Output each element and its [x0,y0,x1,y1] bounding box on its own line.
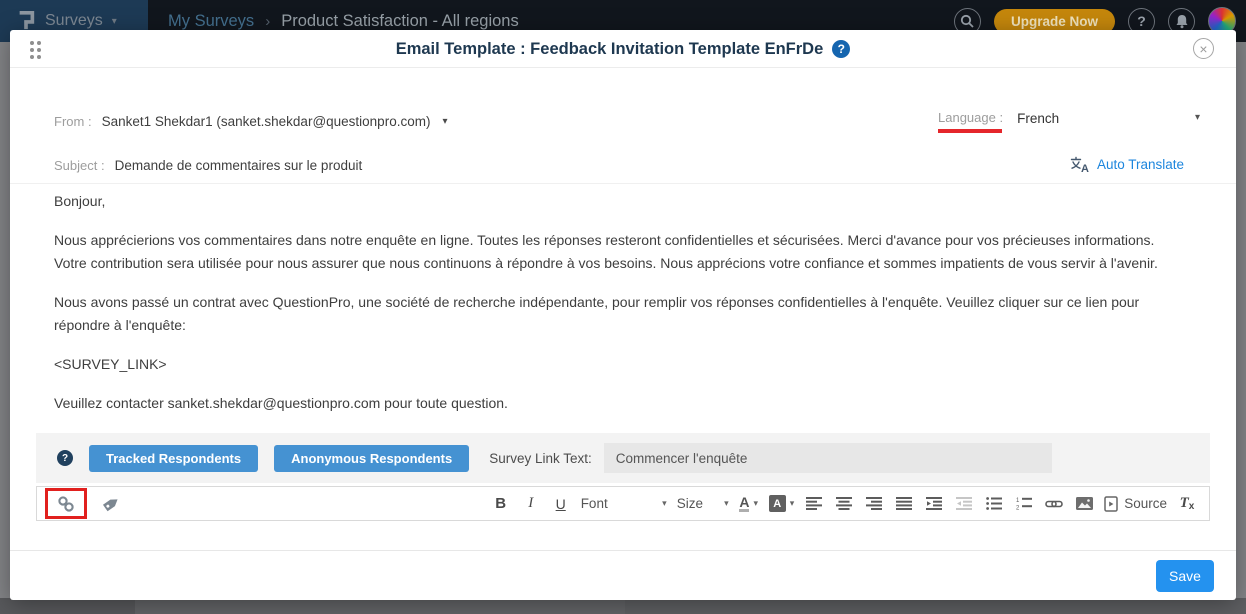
translate-icon: A [1070,156,1090,173]
from-label: From : [54,114,92,129]
app-menu-label: Surveys [45,12,103,30]
editor-toolbar: B I U Font ▾ Size ▾ A ▾ A ▾ [36,486,1210,521]
insert-survey-link-button[interactable] [55,491,77,517]
breadcrumb-current-survey: Product Satisfaction - All regions [281,12,519,31]
caret-down-icon: ▾ [442,116,447,127]
bulleted-list-icon [986,497,1002,510]
question-mark-icon: ? [1137,13,1146,29]
caret-down-icon: ▾ [724,498,729,509]
dialog-help-icon[interactable]: ? [832,40,850,58]
align-center-icon [836,497,852,510]
numbered-list-icon: 1 2 [1016,497,1032,510]
svg-text:A: A [1081,163,1089,173]
insert-image-button[interactable] [1074,491,1094,517]
caret-down-icon: ▾ [1195,110,1200,123]
align-left-button[interactable] [804,491,824,517]
language-label: Language : [938,110,1003,125]
align-left-icon [806,497,822,510]
size-dropdown-label: Size [677,496,703,511]
font-dropdown-label: Font [581,496,608,511]
justify-icon [896,497,912,510]
insert-link-button[interactable] [1044,491,1064,517]
breadcrumb-my-surveys[interactable]: My Surveys [168,12,254,31]
questionpro-logo-icon [16,10,36,32]
bell-icon [1175,14,1189,29]
remove-format-button[interactable]: Tx [1177,491,1197,517]
close-icon: × [1199,42,1207,56]
survey-link-options-band: ? Tracked Respondents Anonymous Responde… [36,433,1210,483]
from-selector[interactable]: From : Sanket1 Shekdar1 (sanket.shekdar@… [54,114,447,129]
text-color-letter: A [739,495,749,513]
increase-indent-button[interactable] [924,491,944,517]
italic-button[interactable]: I [521,491,541,517]
subject-value: Demande de commentaires sur le produit [115,158,363,173]
survey-link-text-label: Survey Link Text: [489,451,592,466]
caret-down-icon: ▾ [662,498,667,509]
remove-format-x: x [1189,501,1195,512]
svg-text:2: 2 [1016,506,1020,511]
source-document-icon [1104,496,1118,512]
anonymous-respondents-button[interactable]: Anonymous Respondents [274,445,469,472]
align-right-button[interactable] [864,491,884,517]
indent-icon [926,497,942,510]
from-value: Sanket1 Shekdar1 (sanket.shekdar@questio… [102,114,431,129]
source-button-label: Source [1124,496,1167,511]
email-body-paragraph: <SURVEY_LINK> [54,353,1190,375]
email-body-paragraph: Nous avons passé un contrat avec Questio… [54,291,1190,336]
search-icon [960,14,974,28]
subject-row[interactable]: Subject : Demande de commentaires sur le… [54,158,362,173]
respondents-help-icon[interactable]: ? [57,450,73,466]
decrease-indent-button[interactable] [954,491,974,517]
drag-handle-icon[interactable] [30,41,41,59]
bold-button[interactable]: B [491,491,511,517]
language-value: French [1017,110,1059,126]
email-template-dialog: Email Template : Feedback Invitation Tem… [10,30,1236,600]
size-dropdown[interactable]: Size ▾ [677,496,729,511]
subject-label: Subject : [54,158,105,173]
language-active-underline [938,129,1002,133]
text-color-button[interactable]: A ▾ [739,491,759,517]
background-color-button[interactable]: A ▾ [769,491,795,517]
bulleted-list-button[interactable] [984,491,1004,517]
email-body-paragraph: Bonjour, [54,190,1190,212]
source-button[interactable]: Source [1104,491,1167,517]
tag-icon [100,494,122,514]
dialog-footer: Save [10,550,1236,600]
insert-tag-button[interactable] [100,491,122,517]
justify-button[interactable] [894,491,914,517]
underline-button[interactable]: U [551,491,571,517]
auto-translate-label: Auto Translate [1097,157,1184,172]
image-icon [1076,497,1093,510]
caret-down-icon: ▾ [790,498,795,509]
screen: Surveys ▾ My Surveys › Product Satisfact… [0,0,1246,614]
font-dropdown[interactable]: Font ▾ [581,496,667,511]
breadcrumb-separator: › [265,13,270,30]
close-dialog-button[interactable]: × [1193,38,1214,59]
outdent-icon [956,497,972,510]
email-body-paragraph: Nous apprécierions vos commentaires dans… [54,229,1190,274]
language-selector[interactable]: Language : French ▾ [938,110,1200,133]
dialog-title: Email Template : Feedback Invitation Tem… [396,40,824,59]
email-body-paragraph: Veuillez contacter sanket.shekdar@questi… [54,392,1190,414]
remove-format-t: T [1180,495,1189,512]
align-center-button[interactable] [834,491,854,517]
link-rings-icon [55,494,77,514]
caret-down-icon: ▾ [753,498,758,509]
divider [10,183,1236,184]
caret-down-icon: ▾ [112,16,117,27]
numbered-list-button[interactable]: 1 2 [1014,491,1034,517]
chain-link-icon [1045,498,1063,510]
background-color-letter: A [769,495,786,512]
formatting-tools: B I U Font ▾ Size ▾ A ▾ A ▾ [491,491,1197,517]
tracked-respondents-button[interactable]: Tracked Respondents [89,445,258,472]
svg-text:1: 1 [1016,498,1020,504]
align-right-icon [866,497,882,510]
email-body-editor[interactable]: Bonjour, Nous apprécierions vos commenta… [54,190,1190,471]
highlight-annotation-box [45,488,87,519]
save-button[interactable]: Save [1156,560,1214,592]
auto-translate-button[interactable]: A Auto Translate [1070,156,1184,173]
dialog-header: Email Template : Feedback Invitation Tem… [10,30,1236,68]
survey-link-text-input[interactable] [604,443,1052,473]
